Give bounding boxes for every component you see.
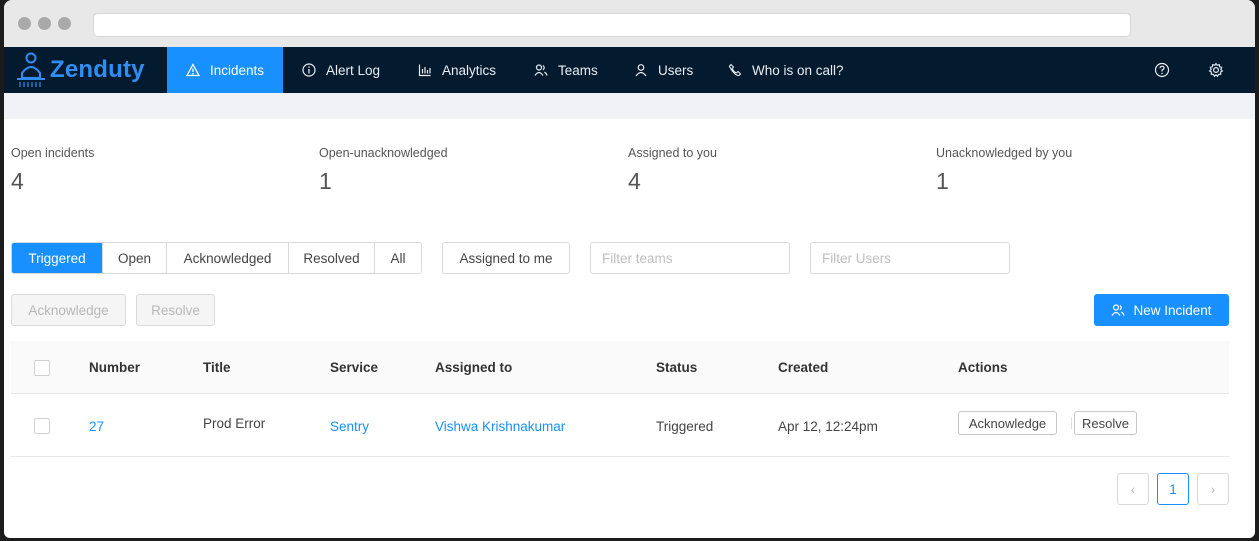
stat-assigned-to-you: Assigned to you 4 [628, 146, 717, 195]
nav-alert-log[interactable]: Alert Log [302, 47, 380, 93]
row-acknowledge-button[interactable]: Acknowledge [958, 411, 1057, 435]
nav-teams-label: Teams [558, 62, 598, 78]
top-navbar: Zenduty Incidents Alert Log Analytics Te… [4, 47, 1255, 93]
filter-users-input[interactable] [810, 242, 1010, 274]
stat-label: Open incidents [11, 146, 95, 160]
new-incident-button[interactable]: New Incident [1094, 294, 1229, 326]
team-icon [534, 64, 548, 76]
new-incident-label: New Incident [1133, 302, 1212, 318]
pagination-prev-button[interactable]: ‹ [1117, 473, 1149, 505]
tab-open[interactable]: Open [103, 243, 167, 273]
incident-service-link[interactable]: Sentry [330, 419, 369, 434]
incident-title[interactable]: Prod Error [203, 416, 265, 431]
incident-status: Triggered [656, 419, 714, 434]
column-service[interactable]: Service [330, 360, 378, 375]
actions-divider [1071, 417, 1072, 429]
column-created[interactable]: Created [778, 360, 828, 375]
stat-label: Assigned to you [628, 146, 717, 160]
nav-who-is-on-call[interactable]: Who is on call? [728, 47, 844, 93]
stat-value: 1 [319, 168, 332, 194]
warning-icon [185, 63, 200, 77]
nav-users[interactable]: Users [634, 47, 693, 93]
column-number[interactable]: Number [89, 360, 140, 375]
stat-value: 1 [936, 168, 949, 194]
tab-all[interactable]: All [375, 243, 421, 273]
tab-resolved[interactable]: Resolved [289, 243, 375, 273]
row-checkbox[interactable] [34, 418, 50, 434]
table-row: 27 Prod Error Sentry Vishwa Krishnakumar… [11, 395, 1229, 457]
nav-analytics[interactable]: Analytics [418, 47, 496, 93]
bulk-resolve-button[interactable]: Resolve [136, 294, 215, 326]
nav-alert-log-label: Alert Log [326, 62, 381, 78]
pagination-next-button[interactable]: › [1197, 473, 1229, 505]
window-maximize-dot[interactable] [58, 17, 71, 30]
stat-value: 4 [628, 168, 641, 194]
address-bar[interactable] [93, 13, 1131, 37]
select-all-checkbox[interactable] [34, 360, 50, 376]
column-title[interactable]: Title [203, 360, 231, 375]
info-circle-icon [302, 63, 316, 77]
window-minimize-dot[interactable] [38, 17, 51, 30]
bar-chart-icon [418, 64, 431, 77]
stat-value: 4 [11, 168, 24, 194]
nav-teams[interactable]: Teams [534, 47, 598, 93]
nav-incidents-label: Incidents [209, 62, 265, 78]
stat-open-unacknowledged: Open-unacknowledged 1 [319, 146, 448, 195]
nav-analytics-label: Analytics [442, 62, 497, 78]
pagination-page-1[interactable]: 1 [1157, 473, 1189, 505]
nav-users-label: Users [658, 62, 694, 78]
browser-chrome [4, 0, 1255, 47]
tab-triggered[interactable]: Triggered [12, 243, 103, 273]
incident-number-link[interactable]: 27 [89, 419, 104, 434]
bulk-acknowledge-button[interactable]: Acknowledge [11, 294, 126, 326]
filter-teams-input[interactable] [590, 242, 790, 274]
incident-assignee-link[interactable]: Vishwa Krishnakumar [435, 419, 565, 434]
phone-icon [728, 63, 742, 77]
gear-icon[interactable] [1208, 62, 1224, 78]
user-icon [635, 64, 647, 77]
incident-created: Apr 12, 12:24pm [778, 419, 878, 434]
incidents-table-header: Number Title Service Assigned to Status … [11, 341, 1229, 394]
stat-open-incidents: Open incidents 4 [11, 146, 94, 195]
row-resolve-button[interactable]: Resolve [1074, 411, 1137, 435]
brand-name: Zenduty [50, 56, 145, 83]
nav-who-is-on-call-label: Who is on call? [752, 62, 844, 78]
zenduty-logo-icon [17, 52, 45, 87]
window-close-dot[interactable] [18, 17, 31, 30]
stat-unacknowledged-by-you: Unacknowledged by you 1 [936, 146, 1072, 195]
stat-label: Unacknowledged by you [936, 146, 1073, 160]
page-header-strip [4, 93, 1255, 119]
status-filter-tabs: Triggered Open Acknowledged Resolved All [11, 242, 422, 274]
tab-acknowledged[interactable]: Acknowledged [167, 243, 289, 273]
column-status[interactable]: Status [656, 360, 697, 375]
column-assigned-to[interactable]: Assigned to [435, 360, 512, 375]
stat-label: Open-unacknowledged [319, 146, 448, 160]
browser-window: Zenduty Incidents Alert Log Analytics Te… [4, 0, 1255, 538]
team-icon [1111, 304, 1126, 316]
column-actions: Actions [958, 360, 1008, 375]
brand-logo[interactable]: Zenduty [4, 47, 167, 93]
nav-incidents[interactable]: Incidents [167, 47, 283, 93]
help-icon[interactable] [1154, 62, 1170, 78]
assigned-to-me-button[interactable]: Assigned to me [442, 242, 570, 274]
